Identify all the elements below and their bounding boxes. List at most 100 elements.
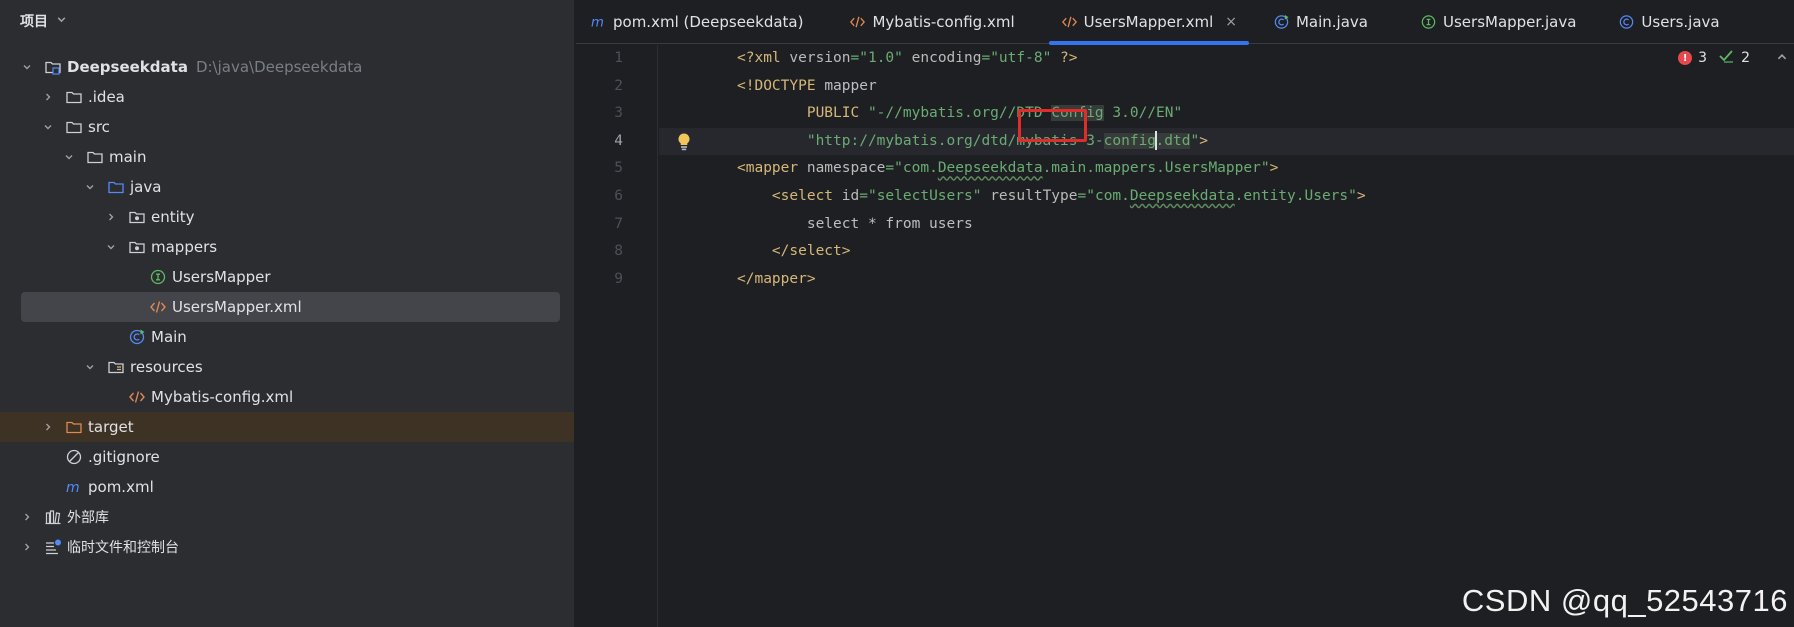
tree-node-label: .idea <box>88 88 125 106</box>
interface-icon <box>1420 13 1437 30</box>
code-line[interactable]: <?xml version="1.0" encoding="utf-8" ?> <box>659 45 1794 73</box>
line-number: 9 <box>614 270 623 287</box>
interface-icon <box>149 268 167 286</box>
xml-file-icon <box>128 388 146 406</box>
tree-node[interactable]: .idea <box>0 82 574 112</box>
code-line[interactable]: select * from users <box>659 211 1794 239</box>
code-line[interactable]: </select> <box>659 238 1794 266</box>
module-folder-icon <box>44 58 62 76</box>
code-line-current[interactable]: "http://mybatis.org/dtd/mybatis-3-config… <box>659 127 1794 156</box>
chevron-down-icon[interactable] <box>83 180 97 194</box>
svg-text:m: m <box>66 480 80 496</box>
tree-node[interactable]: main <box>0 142 574 172</box>
line-number-gutter: 1 2 3 4 5 6 7 8 9 <box>576 45 658 627</box>
check-icon <box>1719 49 1735 67</box>
tree-node-label: target <box>88 418 134 436</box>
tree-node[interactable]: Main <box>0 322 574 352</box>
folder-icon <box>65 118 83 136</box>
inspection-widget[interactable]: ! 3 2 <box>1678 49 1750 67</box>
lightbulb-icon[interactable] <box>676 132 692 152</box>
error-icon: ! <box>1678 51 1693 65</box>
xml-file-icon <box>1061 13 1078 30</box>
editor-tab-bar: m pom.xml (Deepseekdata) Mybatis-config.xm… <box>576 0 1794 45</box>
editor-tab[interactable]: Users.java <box>1604 0 1733 44</box>
maven-icon: m <box>65 478 83 496</box>
tree-node[interactable]: java <box>0 172 574 202</box>
line-number: 4 <box>614 132 623 149</box>
tree-node-label: UsersMapper.xml <box>172 298 302 316</box>
chevron-right-icon[interactable] <box>41 420 55 434</box>
tree-node-label: Main <box>151 328 187 346</box>
tree-node-label: resources <box>130 358 203 376</box>
annotation-highlight-box <box>1018 109 1087 142</box>
chevron-right-icon[interactable] <box>20 540 34 554</box>
close-icon[interactable]: × <box>1225 14 1237 30</box>
editor-area: m pom.xml (Deepseekdata) Mybatis-config.xm… <box>576 0 1794 627</box>
code-editor[interactable]: 1 2 3 4 5 6 7 8 9 <?xml version="1.0" encoding="… <box>576 45 1794 627</box>
library-icon <box>44 508 62 526</box>
project-panel-header[interactable]: 项目 <box>0 0 574 42</box>
excluded-folder-icon <box>65 418 83 436</box>
xml-file-icon <box>149 298 167 316</box>
tree-node[interactable]: UsersMapper <box>0 262 574 292</box>
tree-node-label: main <box>109 148 147 166</box>
tree-node[interactable]: UsersMapper.xml <box>21 292 560 322</box>
tree-node[interactable]: mappers <box>0 232 574 262</box>
warning-count: 2 <box>1741 50 1750 66</box>
tree-node[interactable]: m pom.xml <box>0 472 574 502</box>
line-number: 3 <box>614 105 623 122</box>
chevron-down-icon[interactable] <box>41 120 55 134</box>
project-path-hint: D:\java\Deepseekdata <box>195 58 363 76</box>
editor-tab[interactable]: Main.java <box>1259 0 1382 44</box>
editor-tab[interactable]: m pom.xml (Deepseekdata) <box>576 0 817 44</box>
code-line[interactable]: <!DOCTYPE mapper <box>659 73 1794 101</box>
code-lines[interactable]: <?xml version="1.0" encoding="utf-8" ?> … <box>659 45 1794 293</box>
tree-node-label: pom.xml <box>88 478 154 496</box>
chevron-right-icon[interactable] <box>104 210 118 224</box>
tree-node[interactable]: entity <box>0 202 574 232</box>
tree-node[interactable]: resources <box>0 352 574 382</box>
line-number: 6 <box>614 187 623 204</box>
chevron-right-icon[interactable] <box>20 510 34 524</box>
tree-node-label: 临时文件和控制台 <box>67 540 179 556</box>
editor-tab-label: Main.java <box>1295 12 1368 31</box>
code-line[interactable]: PUBLIC "-//mybatis.org//DTD Config 3.0//… <box>659 100 1794 128</box>
code-line[interactable]: </mapper> <box>659 266 1794 294</box>
editor-tab[interactable]: UsersMapper.xml × <box>1047 0 1251 45</box>
chevron-down-icon[interactable] <box>20 60 34 74</box>
line-number: 2 <box>614 77 623 94</box>
folder-icon <box>65 88 83 106</box>
line-number: 8 <box>614 243 623 260</box>
text-caret <box>1155 131 1157 151</box>
editor-tab[interactable]: Mybatis-config.xml <box>835 0 1028 44</box>
chevron-down-icon[interactable] <box>56 14 67 28</box>
tree-node-label: mappers <box>151 238 218 256</box>
tree-node-label: UsersMapper <box>172 268 271 286</box>
chevron-up-icon[interactable] <box>1776 51 1788 66</box>
tree-node[interactable]: 临时文件和控制台 <box>0 532 574 562</box>
chevron-down-icon[interactable] <box>83 360 97 374</box>
tree-node[interactable]: target <box>0 412 574 442</box>
tree-node[interactable]: 外部库 <box>0 502 574 532</box>
line-number: 7 <box>614 215 623 232</box>
editor-tab[interactable]: UsersMapper.java <box>1406 0 1590 44</box>
code-line[interactable]: <mapper namespace="com.Deepseekdata.main… <box>659 155 1794 183</box>
code-line[interactable]: <select id="selectUsers" resultType="com… <box>659 183 1794 211</box>
class-icon <box>1618 13 1635 30</box>
chevron-down-icon[interactable] <box>62 150 76 164</box>
tree-node[interactable]: .gitignore <box>0 442 574 472</box>
class-run-icon <box>128 328 146 346</box>
line-number: 1 <box>614 50 623 66</box>
xml-file-icon <box>849 13 866 30</box>
tree-node-label: 外部库 <box>67 510 109 526</box>
source-folder-icon <box>107 178 125 196</box>
editor-tab-label: pom.xml (Deepseekdata) <box>613 12 804 31</box>
chevron-right-icon[interactable] <box>41 90 55 104</box>
tree-node[interactable]: src <box>0 112 574 142</box>
tree-node[interactable]: Deepseekdata D:\java\Deepseekdata <box>0 52 574 82</box>
tree-node-label: .gitignore <box>88 448 160 466</box>
chevron-down-icon[interactable] <box>104 240 118 254</box>
line-number: 5 <box>614 160 623 177</box>
folder-icon <box>86 148 104 166</box>
tree-node[interactable]: Mybatis-config.xml <box>0 382 574 412</box>
